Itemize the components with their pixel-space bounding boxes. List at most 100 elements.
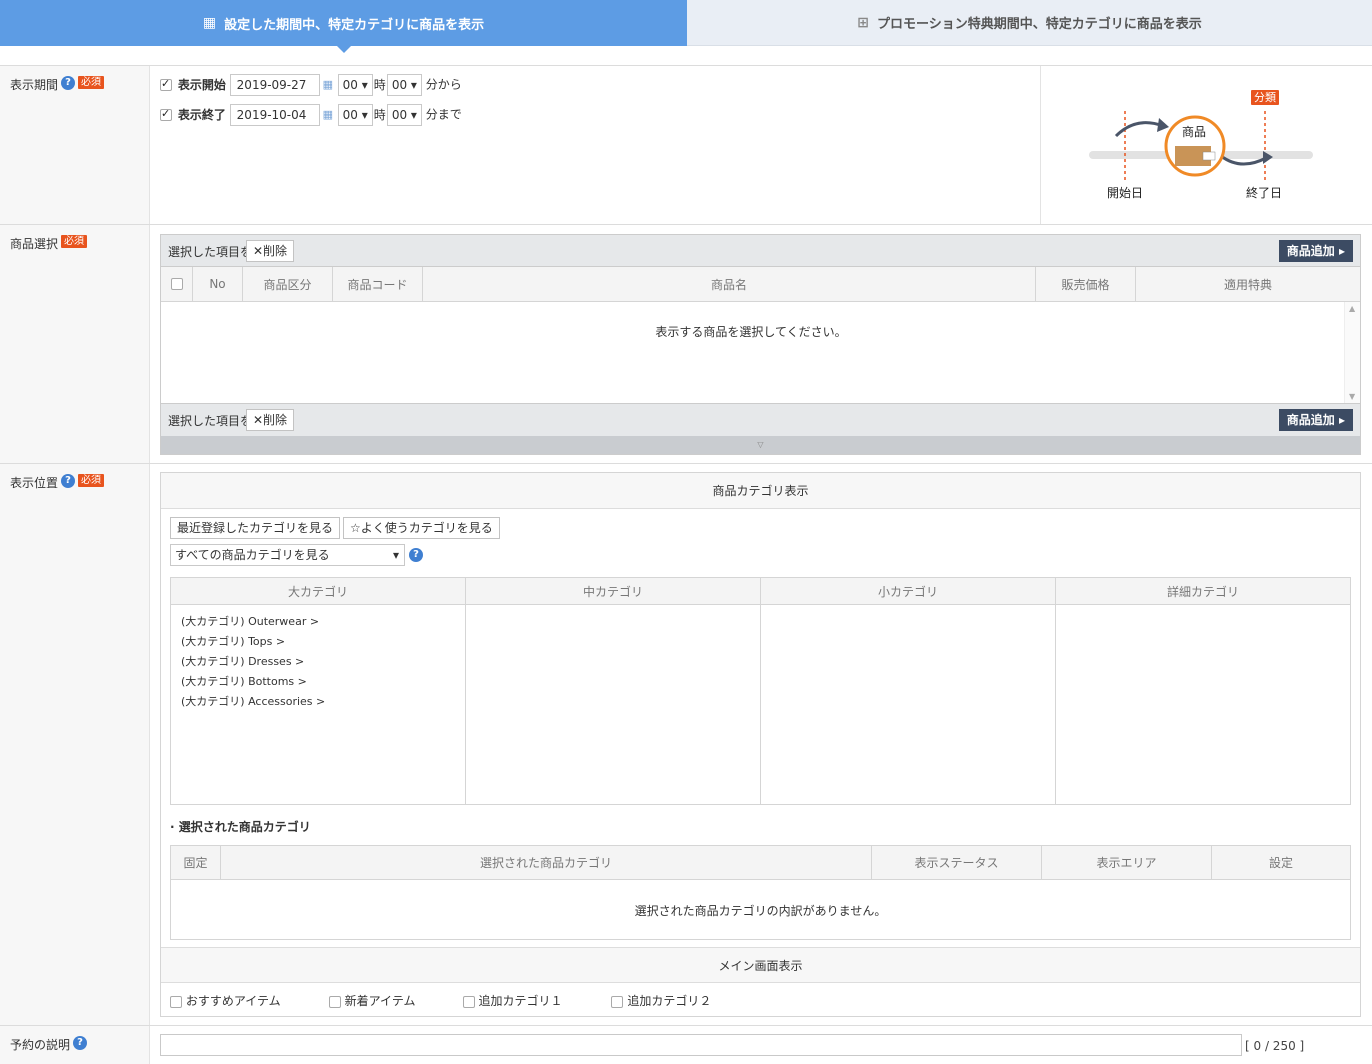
period-diagram-svg: [1089, 111, 1313, 181]
required-badge: 必須: [78, 474, 105, 487]
end-checkbox[interactable]: [160, 107, 172, 121]
help-icon[interactable]: ?: [61, 76, 76, 90]
option-new[interactable]: 新着アイテム: [328, 992, 459, 1009]
required-badge: 必須: [61, 235, 88, 248]
start-hour-select[interactable]: 00 ▾: [337, 74, 373, 96]
scroll-up-icon[interactable]: ▲: [1349, 304, 1355, 313]
category-item[interactable]: (大カテゴリ) Outerwear >: [181, 613, 455, 633]
reservation-label-cell: 予約の説明 ?: [0, 1026, 150, 1064]
selected-items-text: 選択した項目を: [168, 245, 253, 259]
diagram-product: 商品: [1182, 125, 1207, 139]
category-browser-header: 大カテゴリ 中カテゴリ 小カテゴリ 詳細カテゴリ: [171, 578, 1350, 605]
selected-categories-title-text: 選択された商品カテゴリ: [178, 820, 311, 834]
end-hour-select[interactable]: 00 ▾: [337, 104, 373, 126]
end-hour-value: 00: [342, 108, 358, 122]
select-all-checkbox[interactable]: [170, 278, 183, 290]
option-label: おすすめアイテム: [185, 994, 281, 1008]
hour-unit: 時: [373, 77, 386, 92]
option-extra-1[interactable]: 追加カテゴリ１: [462, 992, 608, 1009]
arrow-in: [1114, 121, 1164, 138]
checkbox[interactable]: [170, 995, 182, 1008]
col-large-category: 大カテゴリ: [171, 578, 466, 604]
position-row: 表示位置 ? 必須 商品カテゴリ表示 最近登録したカテゴリを見る ☆よく使うカテ…: [0, 463, 1372, 1025]
option-extra-2[interactable]: 追加カテゴリ２: [611, 992, 741, 1009]
calendar-icon[interactable]: ▦: [323, 79, 335, 91]
option-label: 新着アイテム: [344, 994, 416, 1008]
diagram-category-badge: 分類: [1251, 90, 1279, 105]
start-minute-select[interactable]: 00 ▾: [386, 74, 422, 96]
add-product-button[interactable]: 商品追加 ▸: [1278, 409, 1353, 431]
resize-handle[interactable]: ▽: [161, 436, 1360, 454]
category-item[interactable]: (大カテゴリ) Tops >: [181, 633, 455, 653]
help-icon[interactable]: ?: [73, 1036, 88, 1050]
category-item[interactable]: (大カテゴリ) Bottoms >: [181, 673, 455, 693]
medium-category-list: [466, 605, 761, 804]
category-filter-select[interactable]: すべての商品カテゴリを見る ▾: [170, 544, 405, 566]
product-select-label-cell: 商品選択 必須: [0, 225, 150, 463]
checkbox[interactable]: [462, 995, 475, 1008]
category-panel: 商品カテゴリ表示 最近登録したカテゴリを見る ☆よく使うカテゴリを見る すべての…: [160, 472, 1361, 1017]
category-item[interactable]: (大カテゴリ) Accessories >: [181, 693, 455, 713]
col-display-status: 表示ステータス: [872, 846, 1042, 879]
end-date-input[interactable]: 2019-10-04: [229, 104, 320, 126]
end-label: 表示終了: [177, 107, 226, 122]
option-recommended[interactable]: おすすめアイテム: [170, 992, 325, 1009]
delete-button[interactable]: ✕削除: [246, 240, 295, 262]
option-label: 追加カテゴリ２: [627, 994, 712, 1008]
start-label: 表示開始: [177, 77, 226, 92]
col-medium-category: 中カテゴリ: [466, 578, 761, 604]
start-suffix: 分から: [425, 77, 462, 92]
tab-label: プロモーション特典期間中、特定カテゴリに商品を表示: [876, 17, 1202, 32]
product-grid: 選択した項目を ✕削除 商品追加 ▸ No 商品区分 商品コード 商品名 販売価…: [160, 234, 1361, 455]
delete-button[interactable]: ✕削除: [246, 409, 295, 431]
checkbox[interactable]: [611, 995, 624, 1008]
help-icon[interactable]: ?: [409, 548, 423, 562]
tab-period-display[interactable]: ▦ 設定した期間中、特定カテゴリに商品を表示: [0, 0, 687, 53]
period-label: 表示期間: [10, 78, 59, 92]
active-tab-indicator: [337, 46, 351, 53]
scroll-down-icon[interactable]: ▼: [1349, 392, 1355, 401]
recent-categories-button[interactable]: 最近登録したカテゴリを見る: [170, 517, 341, 539]
favorite-categories-button[interactable]: ☆よく使うカテゴリを見る: [343, 517, 500, 539]
start-checkbox[interactable]: [160, 77, 172, 91]
gift-icon: ⊞: [857, 14, 869, 31]
empty-message: 表示する商品を選択してください。: [655, 325, 847, 339]
col-detail-category: 詳細カテゴリ: [1166, 584, 1239, 599]
scrollbar[interactable]: ▲ ▼: [1344, 302, 1360, 403]
col-settings: 設定: [1268, 856, 1293, 870]
hour-unit: 時: [373, 107, 386, 122]
start-hour-value: 00: [342, 78, 358, 92]
help-icon[interactable]: ?: [61, 474, 76, 488]
col-small-category: 小カテゴリ: [761, 578, 1056, 604]
product-toolbar-bottom: 選択した項目を ✕削除 商品追加 ▸: [161, 403, 1360, 436]
end-suffix: 分まで: [425, 107, 462, 122]
main-display-title: メイン画面表示: [161, 947, 1360, 983]
diagram-end: 終了日: [1246, 186, 1283, 200]
end-minute-select[interactable]: 00 ▾: [386, 104, 422, 126]
tab-label: 設定した期間中、特定カテゴリに商品を表示: [224, 17, 485, 33]
calendar-icon[interactable]: ▦: [323, 109, 335, 121]
add-product-button[interactable]: 商品追加 ▸: [1278, 240, 1353, 262]
category-section-title: 商品カテゴリ表示: [161, 473, 1360, 509]
reservation-input[interactable]: [160, 1034, 1242, 1056]
large-category-list: (大カテゴリ) Outerwear > (大カテゴリ) Tops > (大カテゴ…: [171, 605, 466, 804]
category-item[interactable]: (大カテゴリ) Dresses >: [181, 653, 455, 673]
reservation-row: 予約の説明 ? [ 0 / 250 ]: [0, 1025, 1372, 1064]
option-label: 追加カテゴリ１: [478, 994, 563, 1008]
tab-promotion-display[interactable]: ⊞ プロモーション特典期間中、特定カテゴリに商品を表示: [687, 0, 1372, 46]
period-start-line: 表示開始 2019-09-27▦00 ▾時00 ▾ 分から: [160, 74, 462, 96]
selected-empty-message: 選択された商品カテゴリの内訳がありません。: [634, 904, 887, 918]
position-label-cell: 表示位置 ? 必須: [0, 464, 150, 1025]
detail-category-list: [1056, 605, 1350, 804]
selected-items-text: 選択した項目を: [168, 414, 253, 428]
start-minute-value: 00: [391, 78, 408, 92]
selected-categories-header: 固定 選択された商品カテゴリ 表示ステータス 表示エリア 設定: [171, 846, 1350, 880]
category-browser: 大カテゴリ 中カテゴリ 小カテゴリ 詳細カテゴリ (大カテゴリ) Outerwe…: [170, 577, 1351, 805]
col-price: 販売価格: [1036, 267, 1136, 301]
category-filter-value: すべての商品カテゴリを見る: [175, 548, 330, 562]
select-all-cell: [161, 267, 193, 301]
start-date-input[interactable]: 2019-09-27: [229, 74, 320, 96]
checkbox[interactable]: [328, 995, 341, 1008]
arrow-in-head: [1157, 118, 1169, 132]
col-product-code: 商品コード: [333, 267, 423, 301]
